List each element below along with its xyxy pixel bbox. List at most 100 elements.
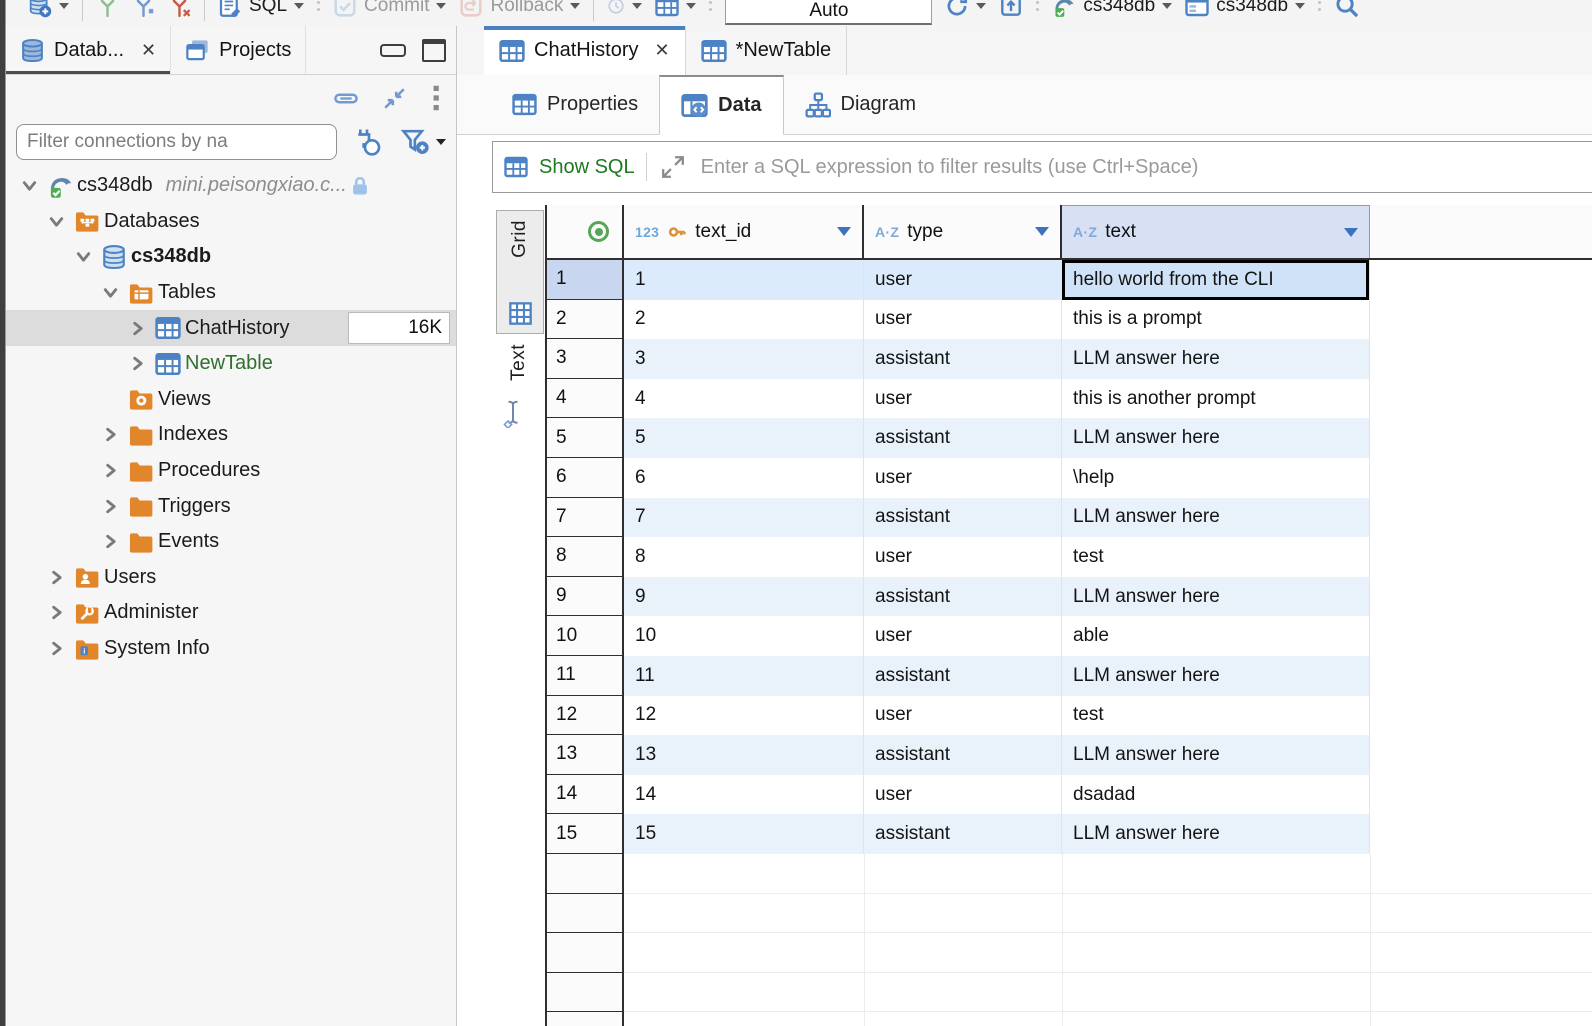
row-header[interactable]: 4 (547, 379, 624, 419)
cell-text[interactable]: LLM answer here (1062, 814, 1370, 854)
tree-item-chathistory[interactable]: ChatHistory16K (6, 310, 456, 346)
toolbar-button-new-connection-icon[interactable] (28, 0, 69, 18)
row-header[interactable]: 6 (547, 458, 624, 498)
row-header[interactable]: 13 (547, 735, 624, 775)
row-header[interactable]: 5 (547, 418, 624, 458)
row-header[interactable]: 8 (547, 537, 624, 577)
row-header[interactable] (547, 854, 624, 894)
cell-text[interactable]: dsadad (1062, 775, 1370, 815)
close-icon[interactable]: ✕ (654, 40, 669, 61)
dropdown-caret-icon[interactable] (570, 3, 580, 9)
maximize-icon[interactable] (422, 39, 446, 62)
sql-filter-input[interactable] (699, 141, 1592, 193)
column-header-text_id[interactable]: 123text_id (624, 205, 864, 258)
cell-type[interactable]: assistant (864, 735, 1062, 775)
row-header[interactable]: 14 (547, 775, 624, 815)
subtab-diagram[interactable]: Diagram (784, 75, 938, 134)
column-header-type[interactable]: A·Ztype (864, 205, 1062, 258)
cell-text_id[interactable]: 12 (624, 696, 864, 736)
chevron-down-icon[interactable] (16, 177, 43, 194)
show-sql-button[interactable]: Show SQL (539, 156, 635, 179)
editor-tab--newtable[interactable]: *NewTable (686, 26, 848, 75)
subtab-properties[interactable]: Properties (491, 75, 659, 134)
column-dropdown-icon[interactable] (1035, 227, 1049, 236)
toolbar-button-sql[interactable]: SQL (218, 0, 304, 18)
column-dropdown-icon[interactable] (837, 227, 851, 236)
row-header[interactable] (547, 973, 624, 1013)
cell-type[interactable]: user (864, 775, 1062, 815)
toolbar-button-auto-commit-icon[interactable] (999, 0, 1023, 18)
row-header[interactable]: 2 (547, 300, 624, 340)
cell-type[interactable]: user (864, 379, 1062, 419)
toolbar-button-reconnect-icon[interactable] (132, 0, 155, 18)
dropdown-caret-icon[interactable] (686, 3, 696, 9)
row-header[interactable]: 11 (547, 656, 624, 696)
chevron-down-icon[interactable] (70, 248, 97, 265)
row-header[interactable]: 1 (547, 260, 624, 300)
tree-item-views[interactable]: Views (6, 382, 456, 418)
row-header[interactable] (547, 894, 624, 934)
dropdown-caret-icon[interactable] (976, 3, 986, 9)
tree-item-cs348db[interactable]: cs348db (6, 239, 456, 275)
dropdown-caret-icon[interactable] (294, 3, 304, 9)
cell-text[interactable]: able (1062, 616, 1370, 656)
cell-text[interactable]: hello world from the CLI (1062, 260, 1370, 300)
cell-type[interactable]: assistant (864, 498, 1062, 538)
subtab-data[interactable]: Data (659, 75, 783, 135)
link-editor-icon[interactable] (381, 85, 408, 112)
chevron-right-icon[interactable] (97, 533, 124, 550)
tree-item-events[interactable]: Events (6, 524, 456, 560)
tree-item-users[interactable]: Users (6, 560, 456, 596)
cell-text_id[interactable]: 4 (624, 379, 864, 419)
cell-text[interactable]: \help (1062, 458, 1370, 498)
cell-text[interactable]: LLM answer here (1062, 577, 1370, 617)
cell-text_id[interactable]: 11 (624, 656, 864, 696)
chevron-right-icon[interactable] (97, 462, 124, 479)
toolbar-button-cs348db[interactable]: cs348db (1052, 0, 1172, 18)
cell-text_id[interactable]: 14 (624, 775, 864, 815)
chevron-right-icon[interactable] (124, 355, 151, 372)
active-catalog-combo[interactable]: Auto (725, 0, 932, 25)
cell-text[interactable]: test (1062, 537, 1370, 577)
chevron-down-icon[interactable] (43, 213, 70, 230)
cell-type[interactable]: assistant (864, 577, 1062, 617)
tree-item-databases[interactable]: Databases (6, 204, 456, 240)
cell-type[interactable]: user (864, 616, 1062, 656)
chevron-right-icon[interactable] (97, 426, 124, 443)
toolbar-button-refresh-icon[interactable] (945, 0, 986, 18)
cell-type[interactable]: assistant (864, 656, 1062, 696)
close-icon[interactable]: ✕ (141, 40, 156, 61)
tab-database-navigator[interactable]: Datab... ✕ (6, 26, 171, 74)
cell-type[interactable]: assistant (864, 814, 1062, 854)
dropdown-caret-icon[interactable] (436, 139, 446, 145)
presentation-tab-grid[interactable]: Grid (496, 210, 544, 334)
row-header[interactable] (547, 1012, 624, 1026)
toolbar-button-search-icon[interactable] (1334, 0, 1360, 19)
grid-corner-cell[interactable] (547, 205, 624, 258)
cell-text[interactable]: LLM answer here (1062, 339, 1370, 379)
cell-type[interactable]: user (864, 696, 1062, 736)
expand-filter-icon[interactable] (658, 153, 688, 181)
chevron-right-icon[interactable] (97, 498, 124, 515)
toolbar-button-commit[interactable]: Commit (333, 0, 446, 18)
plug-filter-icon[interactable] (350, 127, 384, 157)
tree-item-procedures[interactable]: Procedures (6, 453, 456, 489)
menu-dots-icon[interactable] (430, 84, 442, 112)
minimize-icon[interactable] (380, 44, 406, 57)
cell-text_id[interactable]: 9 (624, 577, 864, 617)
tab-projects[interactable]: Projects (171, 26, 306, 74)
tree-item-newtable[interactable]: NewTable (6, 346, 456, 382)
chevron-right-icon[interactable] (43, 640, 70, 657)
row-header[interactable]: 3 (547, 339, 624, 379)
cell-text_id[interactable]: 5 (624, 418, 864, 458)
toolbar-button-cs348db[interactable]: cs348db (1185, 0, 1305, 18)
cell-type[interactable]: user (864, 537, 1062, 577)
cell-type[interactable]: assistant (864, 418, 1062, 458)
toolbar-button-table-badge-icon[interactable] (655, 0, 696, 18)
dropdown-caret-icon[interactable] (1295, 3, 1305, 9)
toolbar-button-rollback[interactable]: Rollback (459, 0, 580, 18)
chevron-right-icon[interactable] (124, 320, 151, 337)
funnel-filter-icon[interactable] (399, 127, 446, 157)
cell-type[interactable]: user (864, 300, 1062, 340)
dropdown-caret-icon[interactable] (1162, 3, 1172, 9)
